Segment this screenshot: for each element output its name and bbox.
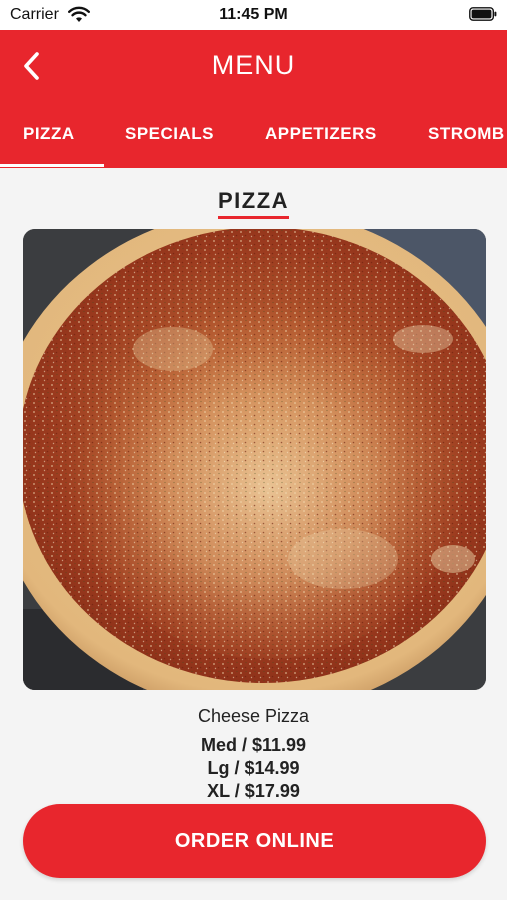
section-heading: PIZZA (0, 188, 507, 219)
tab-specials[interactable]: SPECIALS (125, 118, 214, 168)
category-tabs: PIZZA SPECIALS APPETIZERS STROMB (0, 118, 507, 168)
order-online-button[interactable]: ORDER ONLINE (23, 804, 486, 878)
app-screen: Carrier 11:45 PM MENU PIZZA SPECIALS APP… (0, 0, 507, 900)
price-large: Lg / $14.99 (207, 758, 300, 778)
page-title: MENU (211, 50, 296, 80)
section-title: PIZZA (217, 188, 290, 219)
app-header: MENU PIZZA SPECIALS APPETIZERS STROMB (0, 30, 507, 168)
pizza-photo (23, 229, 486, 690)
price-xl: XL / $17.99 (207, 781, 300, 801)
price-medium: Med / $11.99 (200, 735, 307, 755)
status-time: 11:45 PM (219, 6, 288, 23)
pizza-image (23, 229, 486, 690)
tab-appetizers[interactable]: APPETIZERS (265, 118, 377, 168)
tab-stromboli[interactable]: STROMB (428, 118, 505, 168)
price-list: Med / $11.99 Lg / $14.99 XL / $17.99 (0, 734, 507, 803)
status-bar: Carrier 11:45 PM (0, 0, 507, 30)
battery-icon (469, 7, 497, 21)
selected-tab-indicator (0, 164, 104, 167)
item-name: Cheese Pizza (197, 706, 310, 726)
tab-pizza[interactable]: PIZZA (23, 118, 75, 168)
